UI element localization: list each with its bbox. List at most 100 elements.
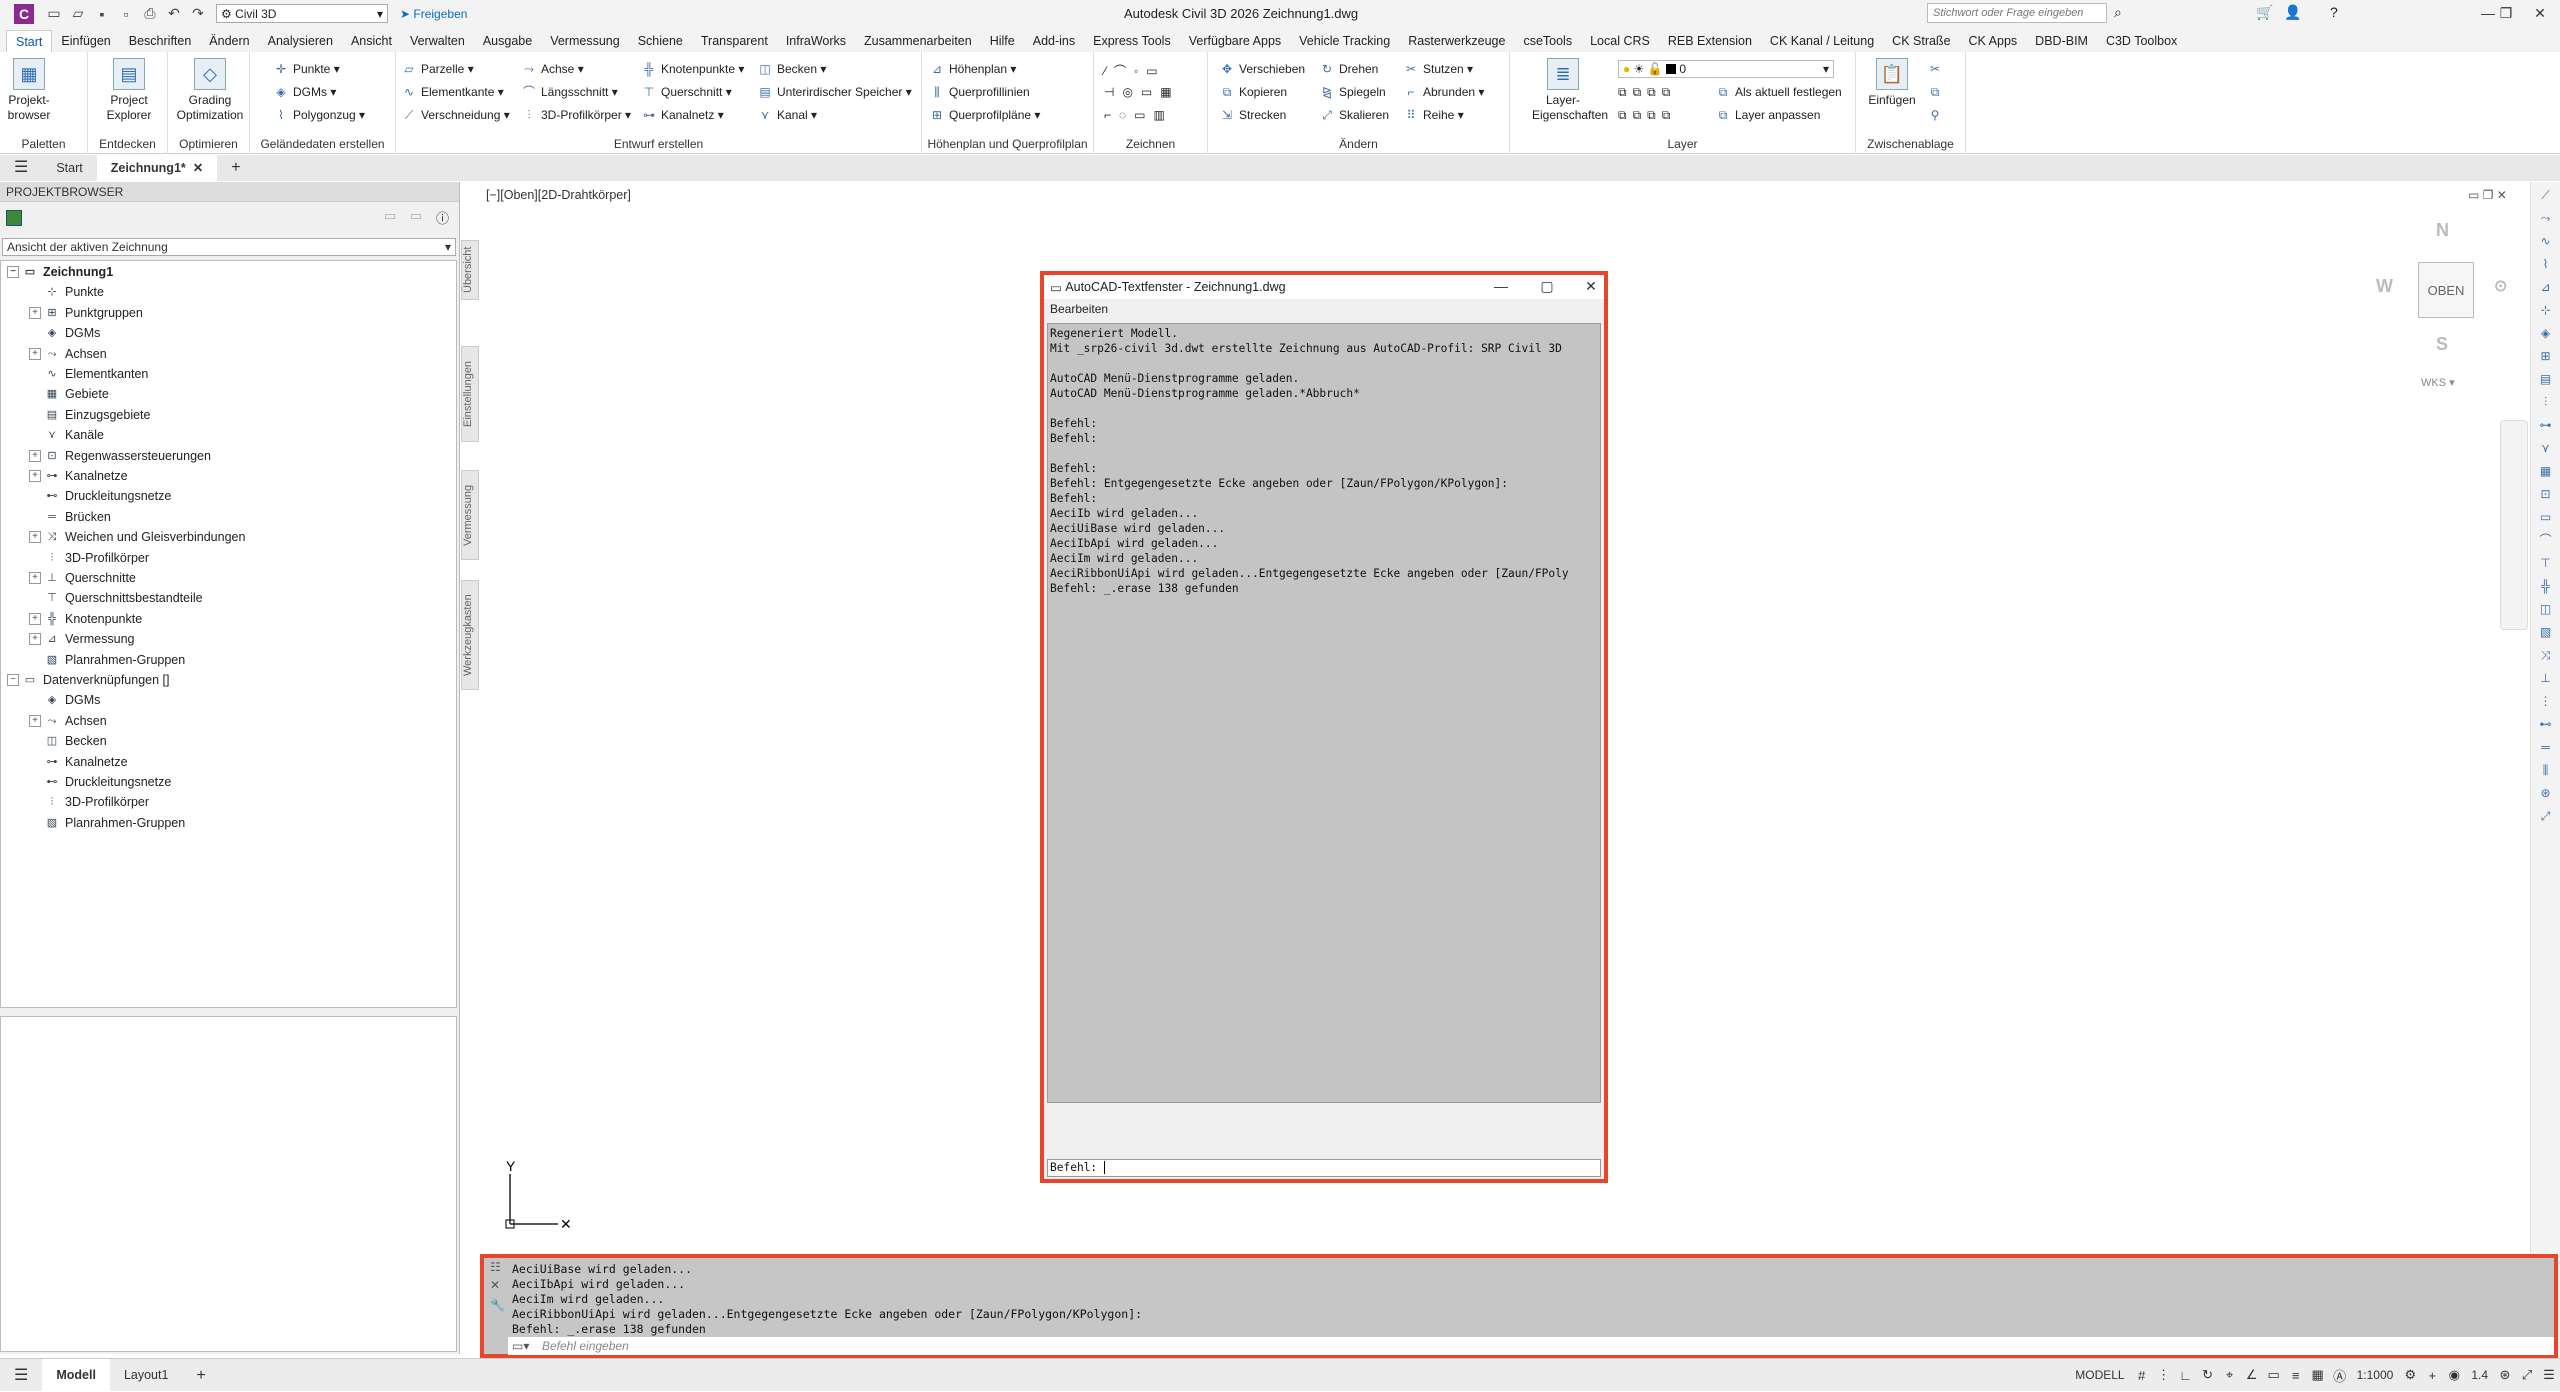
- layer-tools-row-1[interactable]: ⧉⧉⧉⧉: [1618, 85, 1676, 100]
- annotation-icon[interactable]: Ⓐ: [2329, 1366, 2351, 1385]
- settings-icon[interactable]: ⚙: [2399, 1367, 2421, 1383]
- expand-icon[interactable]: −: [7, 266, 19, 278]
- prospector-button[interactable]: ▦ Projekt-browser: [4, 58, 54, 123]
- civil-tool-icon[interactable]: ▤: [2537, 370, 2555, 388]
- civil-tool-icon[interactable]: ⤢: [2537, 807, 2555, 825]
- new-file-icon[interactable]: ▭: [45, 5, 63, 23]
- scale-button[interactable]: ⤢ Skalieren: [1320, 108, 1389, 122]
- expand-icon[interactable]: +: [29, 714, 41, 727]
- tab-zusammenarbeiten[interactable]: Zusammenarbeiten: [855, 30, 981, 52]
- undo-icon[interactable]: ↶: [165, 5, 183, 23]
- civil-tool-icon[interactable]: ⊞: [2537, 347, 2555, 365]
- text-window-close-button[interactable]: ✕: [1576, 278, 1606, 295]
- rotate-button[interactable]: ↻ Drehen: [1320, 62, 1378, 76]
- layer-select[interactable]: ● ☀ 🔓 0 ▾: [1618, 60, 1834, 78]
- app-logo-icon[interactable]: C: [14, 3, 34, 24]
- tree-item[interactable]: + ⊥ Querschnitte: [29, 569, 136, 587]
- help-icon[interactable]: ⓘ: [436, 208, 449, 227]
- parcel-button[interactable]: ▱ Parzelle ▾: [402, 62, 473, 76]
- tree-item[interactable]: ⫶ 3D-Profilkörper: [29, 549, 149, 567]
- tab-hilfe[interactable]: Hilfe: [981, 30, 1024, 52]
- lineweight-value[interactable]: 1.4: [2465, 1368, 2494, 1382]
- layout-list-icon[interactable]: ☰: [0, 1359, 42, 1392]
- tab-infraworks[interactable]: InfraWorks: [777, 30, 855, 52]
- navigation-bar[interactable]: [2500, 420, 2528, 630]
- tab-vermessung[interactable]: Vermessung: [541, 30, 628, 52]
- maximize-button[interactable]: ❐: [2488, 2, 2524, 24]
- tree-item[interactable]: ▤ Einzugsgebiete: [29, 406, 151, 424]
- civil-tool-icon[interactable]: ◫: [2537, 600, 2555, 618]
- civil-tool-icon[interactable]: ∿: [2537, 232, 2555, 250]
- tree-item[interactable]: + ⊿ Vermessung: [29, 630, 134, 648]
- tree-item[interactable]: + ⊶ Kanalnetze: [29, 467, 128, 485]
- tree-item[interactable]: ⊷ Druckleitungsnetze: [29, 773, 172, 791]
- compass-east-icon[interactable]: ⊙: [2494, 276, 2507, 296]
- civil-tool-icon[interactable]: ⌒: [2537, 531, 2555, 549]
- alignment-button[interactable]: ⤳ Achse ▾: [522, 62, 584, 76]
- expand-icon[interactable]: +: [29, 612, 41, 625]
- civil-tool-icon[interactable]: ⤳: [2537, 209, 2555, 227]
- tree-item[interactable]: ⊷ Druckleitungsnetze: [29, 487, 172, 505]
- tab-rasterwerkzeuge[interactable]: Rasterwerkzeuge: [1399, 30, 1514, 52]
- civil-tool-icon[interactable]: ⟋: [2537, 186, 2555, 204]
- otrack-icon[interactable]: ∠: [2241, 1367, 2263, 1383]
- selection-icon[interactable]: ▭: [2263, 1367, 2285, 1383]
- tab-local-crs[interactable]: Local CRS: [1581, 30, 1659, 52]
- expand-icon[interactable]: +: [29, 531, 41, 544]
- viewport-controls[interactable]: [−][Oben][2D-Drahtkörper]: [486, 188, 631, 202]
- tab-reb-extension[interactable]: REB Extension: [1659, 30, 1761, 52]
- civil-tool-icon[interactable]: ⊷: [2537, 715, 2555, 733]
- tree-item[interactable]: ▧ Planrahmen-Gruppen: [29, 651, 185, 669]
- tab-ck-straße[interactable]: CK Straße: [1883, 30, 1959, 52]
- tree-item[interactable]: ▧ Planrahmen-Gruppen: [29, 814, 185, 832]
- ortho-icon[interactable]: ∟: [2175, 1368, 2197, 1383]
- profile-view-button[interactable]: ⊿ Höhenplan ▾: [930, 62, 1016, 76]
- hamburger-icon[interactable]: ☰: [0, 155, 42, 181]
- tab-einfügen[interactable]: Einfügen: [52, 30, 119, 52]
- basin-button[interactable]: ◫ Becken ▾: [758, 62, 826, 76]
- transparency-icon[interactable]: ▦: [2307, 1367, 2329, 1383]
- lineweight-icon[interactable]: ≡: [2285, 1368, 2307, 1383]
- move-button[interactable]: ✥ Verschieben: [1220, 62, 1305, 76]
- tree-item[interactable]: + ⊞ Punktgruppen: [29, 304, 143, 322]
- tab-ansicht[interactable]: Ansicht: [342, 30, 401, 52]
- tree-item[interactable]: + ⤨ Weichen und Gleisverbindungen: [29, 528, 245, 546]
- tab-ck-apps[interactable]: CK Apps: [1960, 30, 2027, 52]
- civil-tool-icon[interactable]: ⊥: [2537, 669, 2555, 687]
- compass-west[interactable]: W: [2376, 276, 2393, 297]
- text-window-minimize-button[interactable]: —: [1486, 278, 1516, 294]
- draw-tools-row-1[interactable]: ⁄⌒◦▭: [1104, 62, 1166, 79]
- storage-button[interactable]: ▤ Unterirdischer Speicher ▾: [758, 85, 911, 99]
- command-prompt-icon[interactable]: ▭▾: [512, 1339, 529, 1353]
- text-window-menu-edit[interactable]: Bearbeiten: [1044, 299, 1604, 319]
- tab-c3d-toolbox[interactable]: C3D Toolbox: [2097, 30, 2186, 52]
- tab-vehicle-tracking[interactable]: Vehicle Tracking: [1290, 30, 1399, 52]
- tree-item[interactable]: ⊹ Punkte: [29, 283, 104, 301]
- tab-schiene[interactable]: Schiene: [629, 30, 692, 52]
- draw-tools-row-2[interactable]: ⊣◎▭▦: [1104, 85, 1180, 99]
- polar-icon[interactable]: ↻: [2197, 1367, 2219, 1383]
- new-tab-icon[interactable]: +: [217, 155, 254, 181]
- tree-item[interactable]: − ▭ Zeichnung1: [7, 263, 113, 281]
- tab-start[interactable]: Start: [6, 30, 53, 52]
- tab-express-tools[interactable]: Express Tools: [1084, 30, 1180, 52]
- civil-tool-icon[interactable]: ▦: [2537, 462, 2555, 480]
- civil-tool-icon[interactable]: ⊹: [2537, 301, 2555, 319]
- paste-button[interactable]: 📋 Einfügen: [1862, 58, 1922, 108]
- wrench-icon[interactable]: 🔧: [490, 1298, 505, 1312]
- civil-tool-icon[interactable]: ⊶: [2537, 416, 2555, 434]
- civil-tool-icon[interactable]: ⋎: [2537, 439, 2555, 457]
- vertical-tab[interactable]: Übersicht: [461, 240, 479, 300]
- stretch-button[interactable]: ⇲ Strecken: [1220, 108, 1286, 122]
- tree-item[interactable]: ⫶ 3D-Profilkörper: [29, 793, 149, 811]
- open-file-icon[interactable]: ▱: [69, 5, 87, 23]
- save-as-icon[interactable]: ▫: [117, 5, 135, 23]
- civil-tool-icon[interactable]: ⊿: [2537, 278, 2555, 296]
- compass-north[interactable]: N: [2436, 220, 2449, 241]
- section-views-button[interactable]: ⊞ Querprofilpläne ▾: [930, 108, 1040, 122]
- tree-item[interactable]: + ⤳ Achsen: [29, 345, 107, 363]
- grip-icon[interactable]: ☷: [490, 1260, 501, 1274]
- prospector-view-select[interactable]: Ansicht der aktiven Zeichnung ▾: [2, 238, 456, 256]
- cart-icon[interactable]: 🛒: [2256, 4, 2273, 21]
- expand-icon[interactable]: −: [7, 674, 19, 686]
